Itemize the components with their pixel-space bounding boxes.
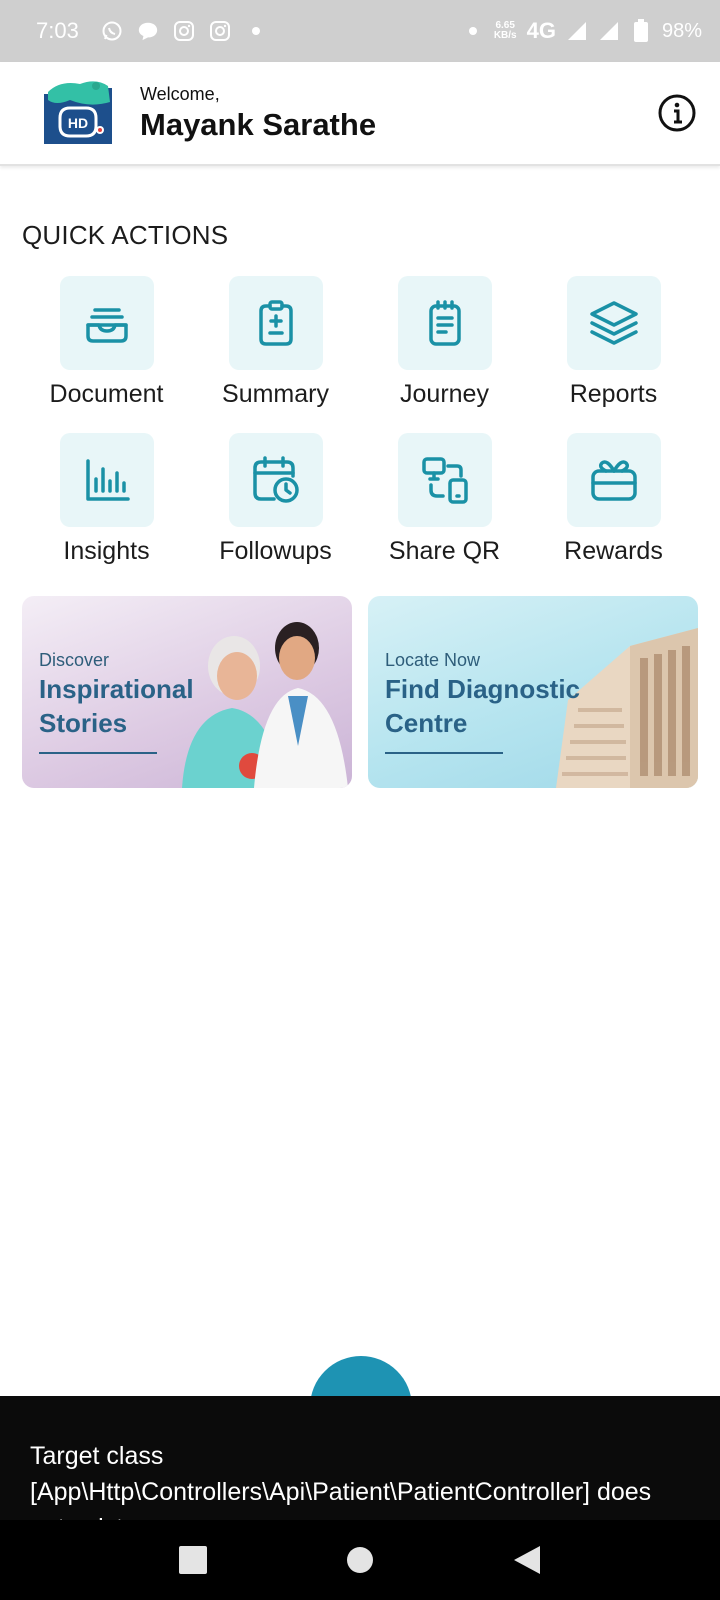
network-type: 4G [526, 18, 556, 43]
quick-actions-title: QUICK ACTIONS [22, 220, 229, 250]
dot-icon [462, 20, 484, 42]
action-tile[interactable] [59, 276, 154, 370]
action-label: Summary [222, 380, 329, 408]
action-insights[interactable]: Insights [22, 433, 191, 566]
app-logo: HD [40, 78, 116, 148]
toast-message: Target class [App\Http\Controllers\Api\P… [30, 1442, 652, 1520]
action-followups[interactable]: Followups [191, 433, 360, 566]
action-tile[interactable] [59, 433, 154, 527]
gift-icon [590, 460, 637, 501]
action-tile[interactable] [566, 276, 661, 370]
circle-icon [346, 1547, 373, 1573]
action-share-qr[interactable]: Share QR [360, 433, 529, 566]
info-icon [658, 94, 696, 132]
calendar-clock-icon [252, 456, 299, 503]
banner-kicker: Discover [39, 650, 110, 670]
whatsapp-icon [101, 20, 123, 42]
error-toast: Target class [App\Http\Controllers\Api\P… [0, 1396, 720, 1520]
network-speed: 6.65 KB/s [494, 21, 517, 41]
home-button[interactable] [340, 1540, 380, 1580]
system-nav-bar [0, 1520, 720, 1600]
find-diagnostic-centre-banner[interactable]: Locate Now Find Diagnostic Centre [368, 596, 698, 788]
action-label: Rewards [564, 537, 663, 565]
layers-icon [589, 301, 638, 345]
user-name: Mayank Sarathe [140, 106, 377, 142]
banner-underline [385, 752, 503, 754]
share-devices-icon [421, 457, 468, 504]
action-journey[interactable]: Journey [360, 276, 529, 409]
inbox-tray-icon [85, 308, 128, 343]
banner-kicker: Locate Now [385, 650, 481, 670]
action-reports[interactable]: Reports [529, 276, 698, 409]
action-label: Journey [400, 380, 489, 408]
action-label: Document [49, 380, 164, 408]
speed-unit: KB/s [493, 30, 517, 41]
action-tile[interactable] [228, 433, 323, 527]
notepad-icon [428, 300, 461, 346]
info-button[interactable] [656, 92, 698, 134]
back-button[interactable] [507, 1540, 547, 1580]
action-tile[interactable] [397, 276, 492, 370]
action-label: Reports [569, 380, 658, 408]
signal-icon [598, 20, 620, 42]
instagram-icon [209, 20, 231, 42]
action-label: Share QR [388, 537, 501, 565]
logo-text: HD [68, 115, 88, 131]
banner-underline [39, 752, 157, 754]
action-rewards[interactable]: Rewards [529, 433, 698, 566]
inspirational-stories-banner[interactable]: Discover Inspirational Stories [22, 596, 352, 788]
action-tile[interactable] [566, 433, 661, 527]
action-label: Insights [63, 537, 150, 565]
banner-title: Inspirational Stories [39, 674, 194, 738]
square-icon [179, 1546, 208, 1574]
message-icon [137, 20, 159, 42]
action-label: Followups [219, 537, 332, 565]
battery-icon [630, 19, 652, 42]
instagram-icon [173, 20, 195, 42]
back-triangle-icon [513, 1546, 540, 1574]
recents-button[interactable] [173, 1540, 213, 1580]
battery-percent: 98% [661, 19, 702, 42]
bar-chart-icon [85, 459, 130, 501]
app-header: HD Welcome, Mayank Sarathe [0, 62, 720, 166]
welcome-text: Welcome, [140, 83, 220, 104]
clipboard-plus-icon [258, 300, 293, 346]
banner-title: Find Diagnostic Centre [385, 674, 580, 738]
status-bar: 7:03 6.65 KB/s 4G 98% [0, 0, 720, 62]
quick-actions-grid: Document Summary Journey Reports Insight… [22, 276, 698, 566]
status-time: 7:03 [36, 18, 79, 43]
signal-icon [566, 20, 588, 42]
dot-icon [245, 20, 267, 42]
action-tile[interactable] [397, 433, 492, 527]
action-summary[interactable]: Summary [191, 276, 360, 409]
action-tile[interactable] [228, 276, 323, 370]
action-document[interactable]: Document [22, 276, 191, 409]
